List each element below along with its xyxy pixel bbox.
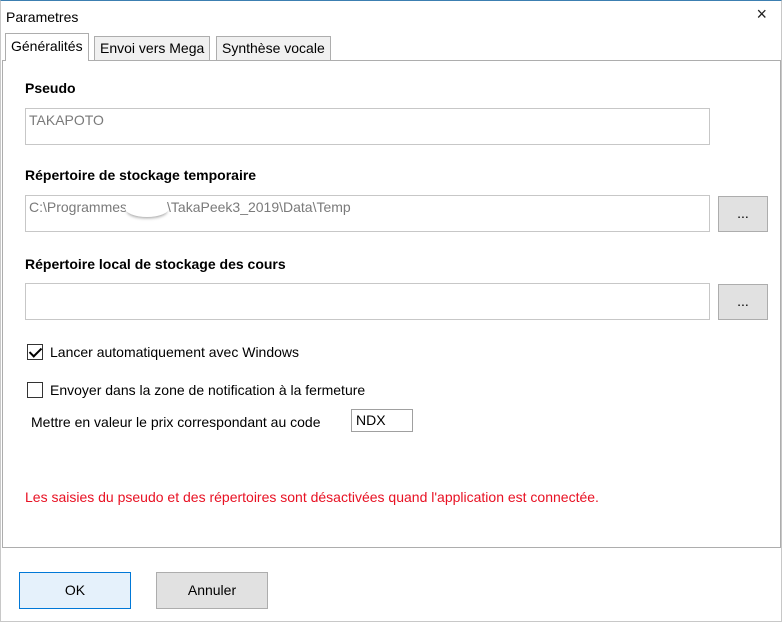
cancel-button[interactable]: Annuler (156, 572, 268, 609)
tray-checkbox[interactable] (27, 382, 43, 398)
highlight-code-input[interactable]: NDX (351, 409, 413, 432)
temp-dir-input[interactable]: C:\Programmes \TakaPeek3_2019\Data\Temp (25, 195, 710, 232)
temp-dir-value-end: \TakaPeek3_2019\Data\Temp (167, 199, 351, 215)
autostart-label[interactable]: Lancer automatiquement avec Windows (50, 344, 299, 360)
close-icon[interactable]: × (756, 5, 767, 23)
redaction-blur (125, 199, 170, 218)
highlight-code-label: Mettre en valeur le prix correspondant a… (31, 414, 321, 430)
local-dir-label: Répertoire local de stockage des cours (25, 256, 286, 272)
temp-dir-browse-button[interactable]: ... (718, 196, 768, 232)
autostart-checkbox[interactable] (27, 344, 43, 360)
tab-generalites[interactable]: Généralités (5, 33, 89, 61)
tab-envoi-mega[interactable]: Envoi vers Mega (94, 36, 211, 60)
tray-label[interactable]: Envoyer dans la zone de notification à l… (50, 382, 365, 398)
settings-window: Parametres × Généralités Envoi vers Mega… (0, 0, 782, 622)
pseudo-label: Pseudo (25, 80, 76, 96)
pseudo-input[interactable]: TAKAPOTO (25, 108, 710, 145)
temp-dir-label: Répertoire de stockage temporaire (25, 167, 257, 183)
connection-warning: Les saisies du pseudo et des répertoires… (25, 489, 599, 505)
local-dir-input[interactable] (25, 283, 710, 320)
window-title: Parametres (6, 9, 79, 25)
tab-synthese-vocale[interactable]: Synthèse vocale (216, 36, 331, 60)
tab-panel-generalites: Pseudo TAKAPOTO Répertoire de stockage t… (2, 60, 781, 548)
local-dir-browse-button[interactable]: ... (718, 284, 768, 320)
temp-dir-value-start: C:\Programmes (29, 199, 128, 215)
ok-button[interactable]: OK (19, 572, 131, 609)
